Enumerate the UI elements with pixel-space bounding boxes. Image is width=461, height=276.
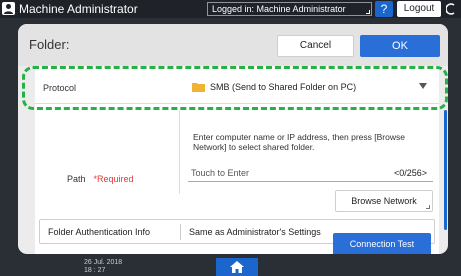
ok-button[interactable]: OK bbox=[360, 35, 440, 57]
required-marker: *Required bbox=[93, 174, 134, 184]
bottom-bar: 26 Jul. 2018 18 : 27 bbox=[0, 258, 461, 276]
date-time: 26 Jul. 2018 18 : 27 bbox=[84, 259, 122, 275]
folder-auth-label: Folder Authentication Info bbox=[48, 227, 151, 237]
auth-divider bbox=[180, 224, 181, 240]
connection-test-button[interactable]: Connection Test bbox=[333, 233, 431, 254]
power-icon[interactable] bbox=[446, 3, 458, 15]
date: 26 Jul. 2018 bbox=[84, 259, 123, 266]
expand-corner-icon bbox=[366, 10, 370, 14]
path-label: Path *Required bbox=[67, 174, 134, 184]
scrollbar[interactable] bbox=[444, 110, 447, 230]
protocol-highlight bbox=[22, 66, 448, 110]
home-icon bbox=[230, 261, 244, 273]
user-icon bbox=[2, 2, 15, 15]
cancel-button[interactable]: Cancel bbox=[277, 35, 354, 57]
user-name: Machine Administrator bbox=[19, 2, 138, 16]
login-status[interactable]: Logged in: Machine Administrator bbox=[207, 2, 372, 16]
dialog-header: Folder: Cancel OK bbox=[18, 24, 448, 66]
top-bar: Machine Administrator Logged in: Machine… bbox=[0, 0, 461, 18]
path-label-text: Path bbox=[67, 174, 86, 184]
path-instruction: Enter computer name or IP address, then … bbox=[193, 132, 405, 152]
path-input[interactable]: Touch to Enter <0/256> bbox=[188, 164, 433, 182]
help-button[interactable]: ? bbox=[375, 1, 393, 17]
home-button[interactable] bbox=[216, 258, 258, 276]
browse-network-label: Browse Network bbox=[351, 196, 417, 206]
dialog-title: Folder: bbox=[29, 37, 70, 52]
path-char-count: <0/256> bbox=[393, 168, 427, 178]
folder-dialog: Folder: Cancel OK Protocol SMB (Send to … bbox=[18, 24, 448, 254]
folder-auth-value: Same as Administrator's Settings bbox=[189, 227, 321, 237]
expand-corner-icon bbox=[426, 205, 430, 209]
login-status-text: Logged in: Machine Administrator bbox=[212, 4, 346, 14]
column-divider bbox=[179, 110, 180, 194]
path-placeholder: Touch to Enter bbox=[191, 168, 250, 178]
time: 18 : 27 bbox=[84, 267, 106, 274]
browse-network-button[interactable]: Browse Network bbox=[335, 190, 433, 212]
logout-button[interactable]: Logout bbox=[397, 1, 441, 17]
